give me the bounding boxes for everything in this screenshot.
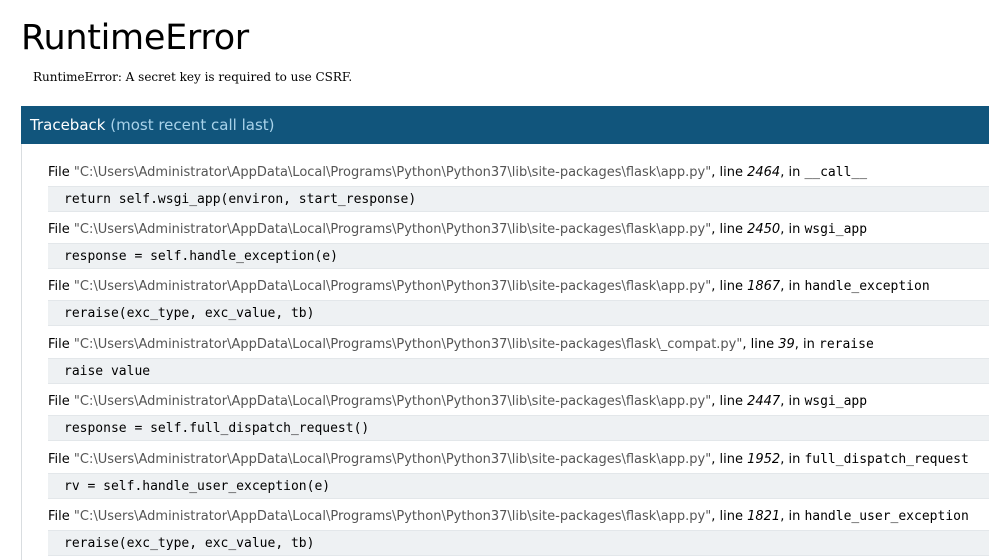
function-name: handle_user_exception (804, 509, 969, 524)
source-line[interactable]: response = self.full_dispatch_request() (48, 415, 989, 441)
file-label: File (48, 337, 74, 352)
line-label: , line (711, 509, 748, 524)
function-name: full_dispatch_request (804, 452, 969, 467)
in-label: , in (794, 337, 819, 352)
function-name: wsgi_app (804, 394, 868, 409)
line-number: 2450 (747, 222, 781, 237)
line-number: 1867 (747, 279, 781, 294)
traceback-header: Traceback (most recent call last) (21, 106, 989, 144)
file-label: File (48, 509, 74, 524)
error-message: RuntimeError: A secret key is required t… (33, 70, 353, 84)
source-line[interactable]: raise value (48, 358, 989, 384)
line-label: , line (711, 165, 748, 180)
traceback-frame[interactable]: File "C:\Users\Administrator\AppData\Loc… (48, 164, 989, 212)
in-label: , in (780, 279, 805, 294)
traceback-panel: Traceback (most recent call last) File "… (21, 106, 989, 560)
source-line[interactable]: reraise(exc_type, exc_value, tb) (48, 530, 989, 556)
line-number: 2447 (747, 394, 781, 409)
line-number: 39 (778, 337, 795, 352)
line-label: , line (742, 337, 779, 352)
file-label: File (48, 452, 74, 467)
file-path: "C:\Users\Administrator\AppData\Local\Pr… (73, 222, 712, 237)
line-label: , line (711, 394, 748, 409)
source-line[interactable]: response = self.handle_exception(e) (48, 243, 989, 269)
file-path: "C:\Users\Administrator\AppData\Local\Pr… (73, 509, 712, 524)
traceback-frame[interactable]: File "C:\Users\Administrator\AppData\Loc… (48, 508, 989, 556)
line-number: 1952 (747, 452, 781, 467)
file-path: "C:\Users\Administrator\AppData\Local\Pr… (73, 165, 712, 180)
frame-location: File "C:\Users\Administrator\AppData\Loc… (48, 451, 989, 469)
line-number: 1821 (747, 509, 781, 524)
file-label: File (48, 222, 74, 237)
frame-location: File "C:\Users\Administrator\AppData\Loc… (48, 393, 989, 411)
traceback-title: Traceback (30, 116, 106, 134)
traceback-frame[interactable]: File "C:\Users\Administrator\AppData\Loc… (48, 336, 989, 384)
function-name: wsgi_app (804, 222, 868, 237)
traceback-frame[interactable]: File "C:\Users\Administrator\AppData\Loc… (48, 451, 989, 499)
in-label: , in (780, 509, 805, 524)
file-path: "C:\Users\Administrator\AppData\Local\Pr… (73, 452, 712, 467)
source-line[interactable]: reraise(exc_type, exc_value, tb) (48, 300, 989, 326)
file-path: "C:\Users\Administrator\AppData\Local\Pr… (73, 394, 712, 409)
traceback-frame[interactable]: File "C:\Users\Administrator\AppData\Loc… (48, 393, 989, 441)
frame-location: File "C:\Users\Administrator\AppData\Loc… (48, 336, 989, 354)
file-label: File (48, 279, 74, 294)
line-label: , line (711, 222, 748, 237)
line-label: , line (711, 279, 748, 294)
in-label: , in (780, 222, 805, 237)
file-path: "C:\Users\Administrator\AppData\Local\Pr… (73, 279, 712, 294)
in-label: , in (780, 394, 805, 409)
in-label: , in (780, 452, 805, 467)
source-line[interactable]: rv = self.handle_user_exception(e) (48, 473, 989, 499)
function-name: __call__ (804, 165, 868, 180)
function-name: handle_exception (804, 279, 930, 294)
traceback-frame[interactable]: File "C:\Users\Administrator\AppData\Loc… (48, 278, 989, 326)
function-name: reraise (819, 337, 874, 352)
in-label: , in (780, 165, 805, 180)
traceback-frame[interactable]: File "C:\Users\Administrator\AppData\Loc… (48, 221, 989, 269)
source-line[interactable]: return self.wsgi_app(environ, start_resp… (48, 186, 989, 212)
file-label: File (48, 394, 74, 409)
traceback-subtitle: (most recent call last) (110, 116, 275, 134)
page-title: RuntimeError (21, 18, 249, 58)
line-number: 2464 (747, 165, 781, 180)
frame-location: File "C:\Users\Administrator\AppData\Loc… (48, 278, 989, 296)
frame-location: File "C:\Users\Administrator\AppData\Loc… (48, 164, 989, 182)
file-label: File (48, 165, 74, 180)
line-label: , line (711, 452, 748, 467)
frame-location: File "C:\Users\Administrator\AppData\Loc… (48, 508, 989, 526)
file-path: "C:\Users\Administrator\AppData\Local\Pr… (73, 337, 743, 352)
traceback-frames: File "C:\Users\Administrator\AppData\Loc… (21, 144, 989, 560)
frame-location: File "C:\Users\Administrator\AppData\Loc… (48, 221, 989, 239)
